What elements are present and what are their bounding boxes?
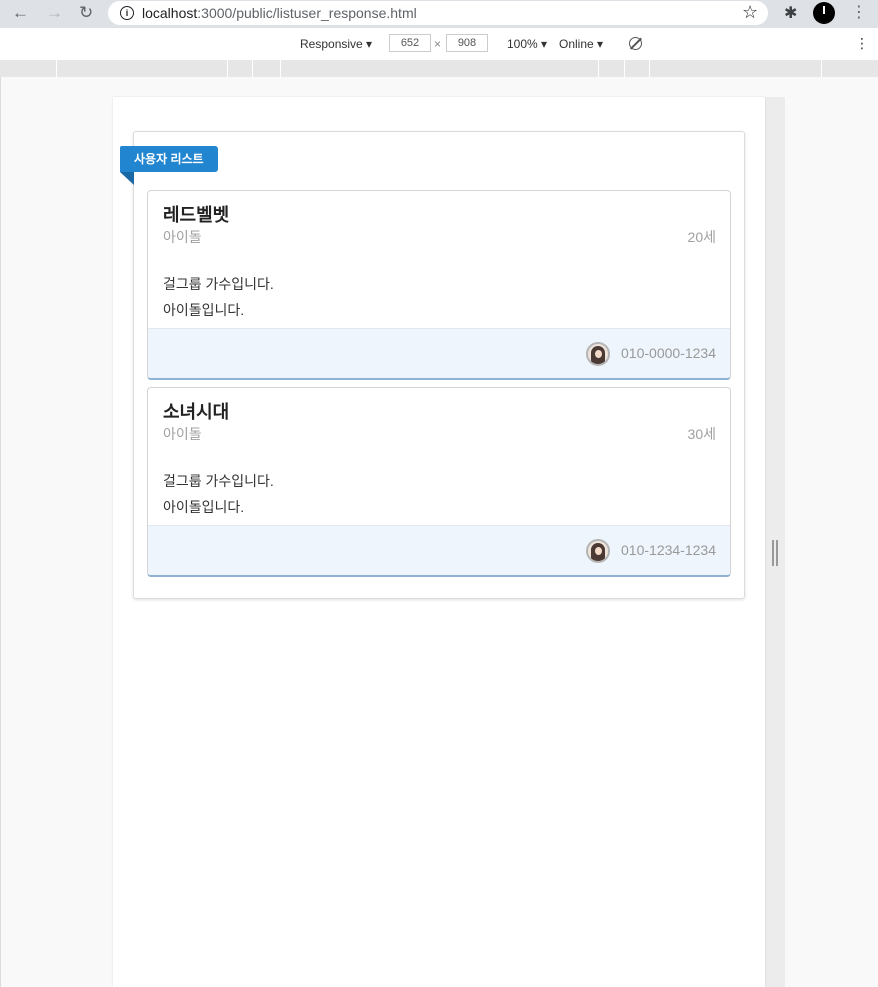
zoom-select[interactable]: 100% ▾ [507,37,547,51]
dimension-separator: × [434,37,442,51]
device-label: Responsive [300,37,363,51]
description-line: 걸그룹 가수입니다. [163,473,274,489]
user-list-panel: 사용자 리스트 레드벨벳 아이돌 20세 걸그룹 가수입니다. 아이돌입니다. … [120,131,745,599]
device-select[interactable]: Responsive ▾ [300,37,372,51]
height-input[interactable]: 908 [446,34,488,52]
user-age: 30세 [687,426,716,442]
width-input[interactable]: 652 [389,34,431,52]
user-phone: 010-0000-1234 [621,345,716,361]
reload-icon[interactable]: ↻ [79,3,93,23]
browser-menu-icon[interactable]: ⋮ [851,3,867,23]
bookmark-star-icon[interactable]: ☆ [742,2,758,23]
mq-segment[interactable] [228,60,253,77]
back-arrow-icon[interactable]: ← [12,3,29,23]
mq-segment[interactable] [625,60,650,77]
description-line: 걸그룹 가수입니다. [163,276,274,292]
device-toolbar: Responsive ▾ 652 × 908 100% ▾ Online ▾ ⋮ [0,28,878,61]
user-description: 걸그룹 가수입니다. 아이돌입니다. [163,271,274,323]
avatar-icon [586,539,610,563]
avatar-icon [586,342,610,366]
user-name: 레드벨벳 [163,205,230,225]
user-name: 소녀시대 [163,402,230,422]
browser-toolbar: ← → ↻ i localhost:3000/public/listuser_r… [0,0,878,28]
network-select[interactable]: Online ▾ [559,37,603,51]
extensions-puzzle-icon[interactable]: ✱ [784,3,797,23]
user-description: 걸그룹 가수입니다. 아이돌입니다. [163,468,274,520]
user-card[interactable]: 레드벨벳 아이돌 20세 걸그룹 가수입니다. 아이돌입니다. 010-0000… [147,190,731,380]
user-age: 20세 [687,229,716,245]
user-phone: 010-1234-1234 [621,542,716,558]
mq-segment[interactable] [599,60,625,77]
media-query-bar[interactable] [0,60,878,77]
rotate-icon[interactable] [629,37,642,50]
devtools-menu-icon[interactable]: ⋮ [855,35,869,52]
info-icon[interactable]: i [120,6,134,20]
url-path: :3000/public/listuser_response.html [197,5,417,21]
mq-segment[interactable] [281,60,599,77]
description-line: 아이돌입니다. [163,499,245,515]
mq-segment[interactable] [253,60,281,77]
card-footer: 010-0000-1234 [148,328,730,378]
page-viewport: 사용자 리스트 레드벨벳 아이돌 20세 걸그룹 가수입니다. 아이돌입니다. … [113,97,765,987]
description-line: 아이돌입니다. [163,302,245,318]
user-card[interactable]: 소녀시대 아이돌 30세 걸그룹 가수입니다. 아이돌입니다. 010-1234… [147,387,731,577]
address-bar[interactable]: i localhost:3000/public/listuser_respons… [108,1,768,25]
mq-segment[interactable] [0,60,57,77]
card-footer: 010-1234-1234 [148,525,730,575]
user-category: 아이돌 [163,229,202,245]
ribbon-label: 사용자 리스트 [120,146,218,172]
mq-segment[interactable] [57,60,228,77]
user-category: 아이돌 [163,426,202,442]
resize-handle[interactable] [772,540,778,566]
url-host: localhost [142,5,198,21]
mq-segment[interactable] [650,60,822,77]
profile-avatar-icon[interactable] [813,2,835,24]
network-label: Online [559,37,594,51]
forward-arrow-icon[interactable]: → [46,3,63,23]
zoom-label: 100% [507,37,538,51]
ribbon-fold [120,172,134,185]
